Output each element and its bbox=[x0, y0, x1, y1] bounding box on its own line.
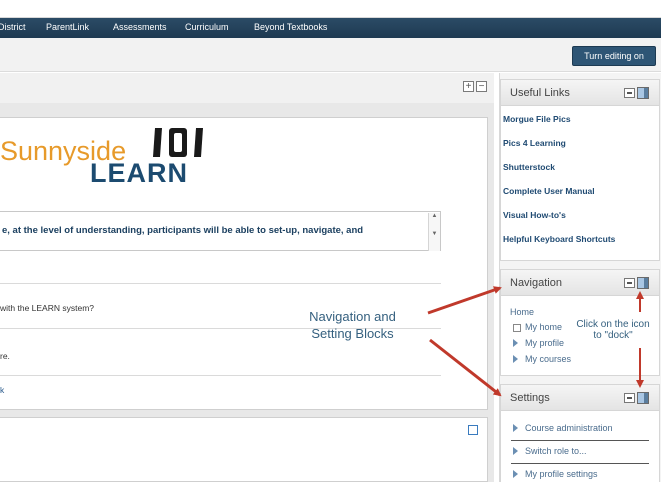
annotation-blocks-label: Navigation and Setting Blocks bbox=[290, 308, 415, 342]
settings-course-administration[interactable]: Course administration bbox=[525, 423, 613, 433]
nav-link-beyond-textbooks[interactable]: Beyond Textbooks bbox=[254, 22, 327, 32]
turn-editing-on-button[interactable]: Turn editing on bbox=[572, 46, 656, 66]
hide-block-icon[interactable] bbox=[624, 278, 635, 288]
expand-all-icon[interactable]: + bbox=[463, 81, 474, 92]
settings-block: Settings Course administration Switch ro… bbox=[500, 384, 660, 482]
link-shutterstock[interactable]: Shutterstock bbox=[503, 162, 555, 172]
hide-block-icon[interactable] bbox=[624, 393, 635, 403]
nav-item-my-courses[interactable]: My courses bbox=[525, 354, 571, 364]
block-title: Useful Links bbox=[510, 87, 570, 99]
hide-block-icon[interactable] bbox=[624, 88, 635, 98]
settings-my-profile-settings[interactable]: My profile settings bbox=[525, 469, 598, 479]
screen: District ParentLink Assessments Curricul… bbox=[0, 0, 661, 482]
nav-link-parentlink[interactable]: ParentLink bbox=[46, 22, 89, 32]
block-title: Navigation bbox=[510, 277, 562, 289]
nav-link-assessments[interactable]: Assessments bbox=[113, 22, 167, 32]
block-header: Navigation bbox=[501, 270, 659, 296]
content-text: re. bbox=[0, 351, 10, 361]
dock-block-icon[interactable] bbox=[637, 87, 649, 99]
content-link[interactable]: k bbox=[0, 385, 4, 395]
nav-item-home[interactable]: Home bbox=[510, 307, 534, 317]
dock-block-icon[interactable] bbox=[637, 277, 649, 289]
logo-learn-text: LEARN bbox=[90, 158, 188, 188]
settings-switch-role[interactable]: Switch role to... bbox=[525, 446, 587, 456]
course-section-summary: Sunnyside LEARN e, at the level of under… bbox=[0, 117, 488, 410]
logo-101-graphic bbox=[153, 128, 203, 157]
annotation-line: Navigation and bbox=[309, 309, 396, 324]
course-content-area: + − Sunnyside LEARN e, at the level of u… bbox=[0, 73, 494, 482]
annotation-line: Click on the icon bbox=[576, 319, 650, 330]
section-toggle-icon[interactable] bbox=[468, 425, 478, 435]
textbox-scrollbar[interactable]: ▲ ▼ bbox=[428, 213, 440, 251]
dock-block-icon[interactable] bbox=[637, 392, 649, 404]
link-pics-4-learning[interactable]: Pics 4 Learning bbox=[503, 138, 566, 148]
objective-text: e, at the level of understanding, partic… bbox=[2, 225, 364, 236]
link-complete-user-manual[interactable]: Complete User Manual bbox=[503, 186, 595, 196]
block-header: Settings bbox=[501, 385, 659, 411]
divider bbox=[511, 440, 649, 441]
home-node-icon bbox=[513, 324, 521, 332]
link-helpful-keyboard-shortcuts[interactable]: Helpful Keyboard Shortcuts bbox=[503, 234, 615, 244]
link-visual-how-tos[interactable]: Visual How-to's bbox=[503, 210, 566, 220]
course-section bbox=[0, 417, 488, 482]
section-controls-bar: + − bbox=[0, 73, 494, 103]
expand-arrow-icon[interactable] bbox=[513, 339, 518, 347]
annotation-line: Setting Blocks bbox=[311, 326, 394, 341]
collapse-all-icon[interactable]: − bbox=[476, 81, 487, 92]
divider bbox=[511, 463, 649, 464]
useful-links-block: Useful Links Morgue File Pics Pics 4 Lea… bbox=[500, 79, 660, 261]
annotation-dock-label: Click on the icon to "dock" bbox=[569, 319, 657, 341]
nav-item-my-profile[interactable]: My profile bbox=[525, 338, 564, 348]
right-sidebar: Useful Links Morgue File Pics Pics 4 Lea… bbox=[499, 73, 661, 482]
link-morgue-file-pics[interactable]: Morgue File Pics bbox=[503, 114, 571, 124]
top-navigation-bar: District ParentLink Assessments Curricul… bbox=[0, 18, 661, 38]
divider bbox=[0, 283, 441, 284]
block-header: Useful Links bbox=[501, 80, 659, 106]
annotation-line: to "dock" bbox=[593, 330, 633, 341]
page-header-bar: Turn editing on bbox=[0, 38, 661, 72]
question-text: with the LEARN system? bbox=[0, 303, 95, 313]
objective-textbox[interactable]: e, at the level of understanding, partic… bbox=[0, 211, 441, 251]
expand-arrow-icon[interactable] bbox=[513, 424, 518, 432]
expand-arrow-icon[interactable] bbox=[513, 447, 518, 455]
nav-link-district[interactable]: District bbox=[0, 22, 26, 32]
nav-item-my-home[interactable]: My home bbox=[525, 322, 562, 332]
block-title: Settings bbox=[510, 392, 550, 404]
expand-arrow-icon[interactable] bbox=[513, 355, 518, 363]
divider bbox=[0, 375, 441, 376]
browser-strip bbox=[0, 0, 661, 18]
nav-link-curriculum[interactable]: Curriculum bbox=[185, 22, 229, 32]
expand-arrow-icon[interactable] bbox=[513, 470, 518, 478]
